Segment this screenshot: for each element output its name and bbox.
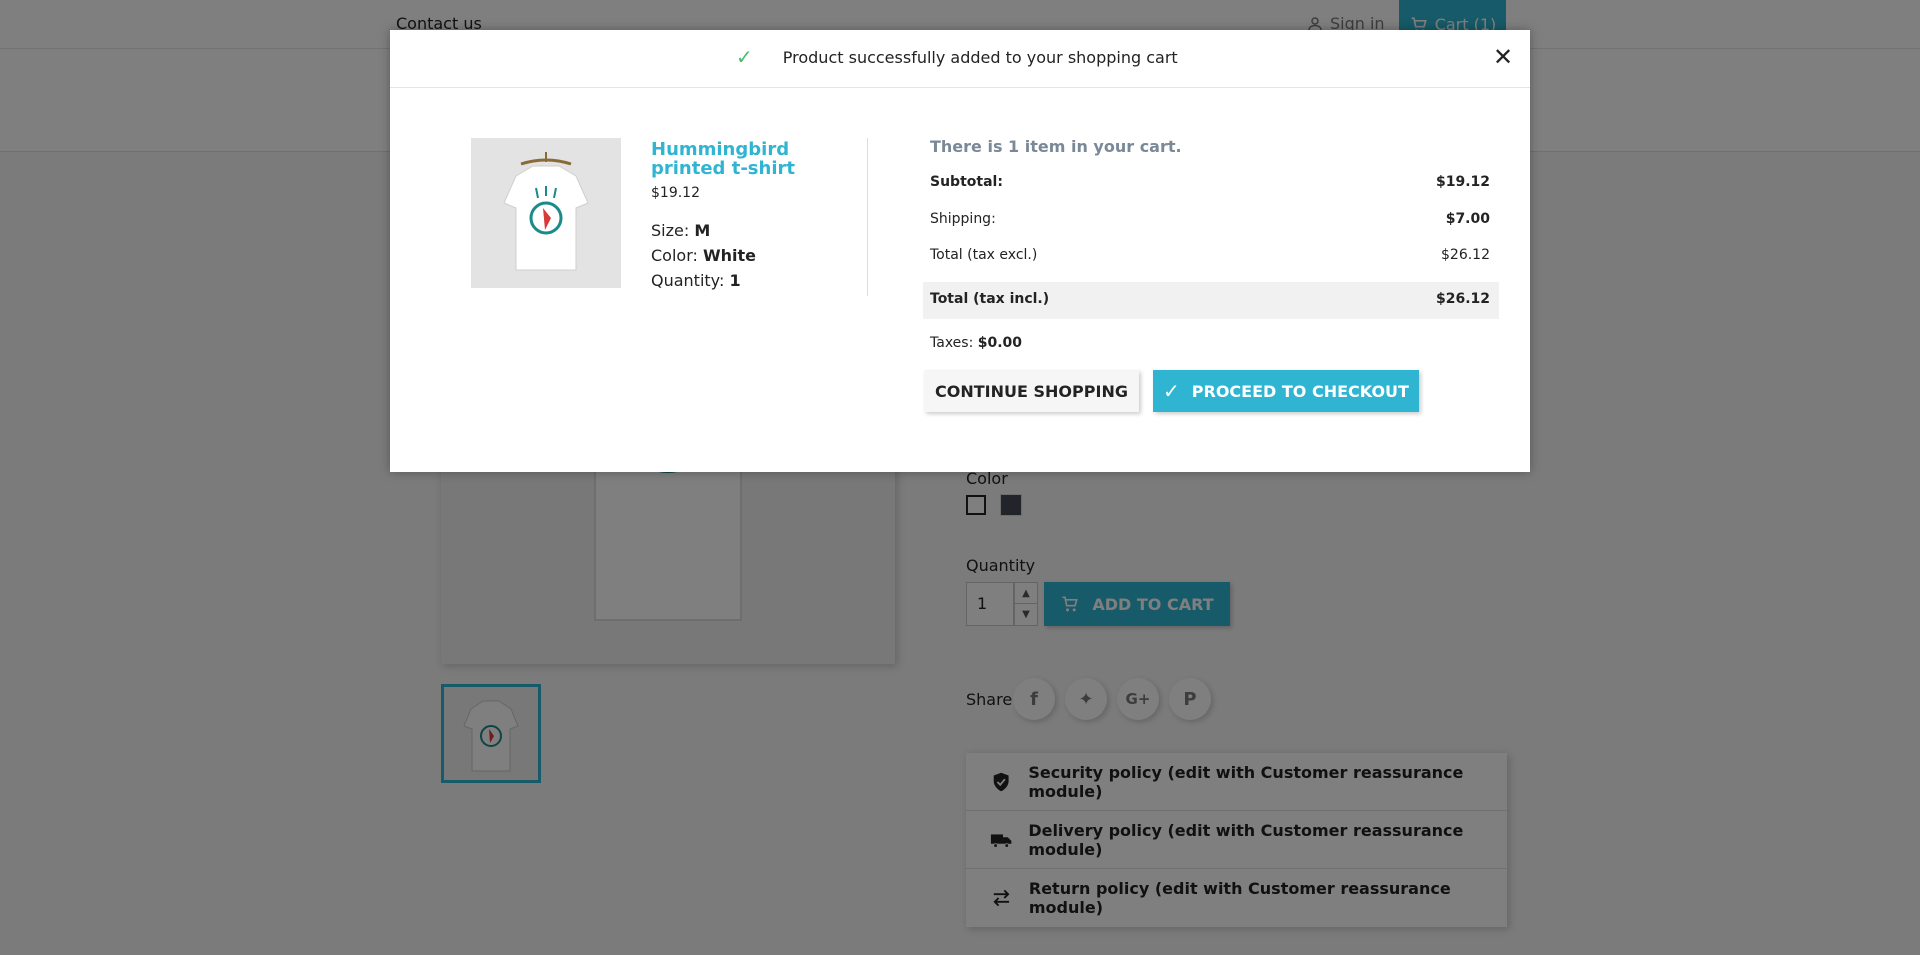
total-excl-value: $26.12 [1441,247,1490,263]
total-incl-label: Total (tax incl.) [930,291,1050,307]
color-attr-value: White [702,246,757,265]
modal-product-price: $19.12 [651,185,700,201]
subtotal-label: Subtotal: [930,174,1003,190]
modal-quantity: Quantity: 1 [651,271,741,290]
modal-title-text: Product successfully added to your shopp… [782,47,1178,67]
checkout-label: PROCEED TO CHECKOUT [1191,381,1409,401]
check-icon: ✓ [736,45,753,69]
proceed-to-checkout-button[interactable]: ✓ PROCEED TO CHECKOUT [1153,370,1419,412]
shipping-value: $7.00 [1445,211,1490,227]
cart-count-text: There is 1 item in your cart. [930,137,1182,156]
total-incl-value: $26.12 [1435,291,1490,307]
quantity-attr-label: Quantity: [651,271,725,290]
size-value: M [694,221,711,240]
modal-title: ✓ Product successfully added to your sho… [736,47,1178,67]
added-to-cart-modal: ✓ Product successfully added to your sho… [390,30,1530,472]
total-incl-row: Total (tax incl.) $26.12 [930,291,1490,307]
modal-color: Color: White [651,246,756,265]
color-attr-label: Color: [651,246,698,265]
close-icon[interactable]: ✕ [1490,44,1516,70]
subtotal-value: $19.12 [1435,174,1490,190]
check-icon: ✓ [1163,379,1180,403]
continue-shopping-button[interactable]: CONTINUE SHOPPING [924,370,1139,412]
size-label: Size: [651,221,690,240]
modal-divider [867,138,868,296]
subtotal-row: Subtotal: $19.12 [930,174,1490,190]
total-excl-label: Total (tax excl.) [930,247,1038,263]
shipping-row: Shipping: $7.00 [930,211,1490,227]
tshirt-image [503,152,589,271]
taxes-value: $0.00 [977,335,1023,351]
total-excl-row: Total (tax excl.) $26.12 [930,247,1490,263]
modal-size: Size: M [651,221,710,240]
taxes-row: Taxes: $0.00 [930,335,1022,351]
taxes-label: Taxes: [930,335,974,351]
shipping-label: Shipping: [930,211,996,227]
modal-product-name[interactable]: Hummingbird printed t-shirt [651,140,861,178]
modal-header: ✓ Product successfully added to your sho… [390,30,1530,88]
quantity-attr-value: 1 [729,271,741,290]
modal-product-image [471,138,621,288]
